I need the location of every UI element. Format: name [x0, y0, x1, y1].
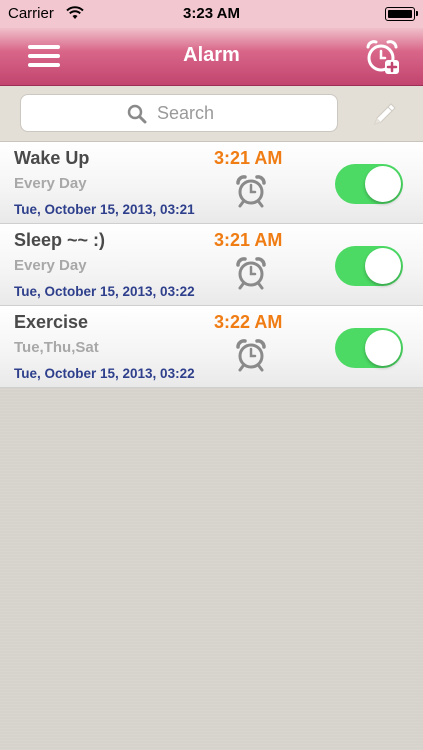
status-time: 3:23 AM: [183, 5, 240, 22]
pencil-icon[interactable]: [367, 98, 401, 132]
search-icon: [127, 104, 147, 124]
toggle-knob: [365, 248, 401, 284]
alarm-name: Exercise: [14, 312, 89, 332]
alarm-name: Wake Up: [14, 148, 90, 168]
alarm-time: 3:21 AM: [214, 230, 283, 250]
alarm-date: Tue, October 15, 2013, 03:22: [14, 366, 195, 381]
toggle-knob: [365, 330, 401, 366]
alarm-toggle[interactable]: [335, 246, 403, 286]
search-bar: [0, 86, 423, 142]
alarm-clock-icon: [236, 339, 266, 372]
alarm-clock-icon: [236, 257, 266, 290]
alarm-repeat: Every Day: [14, 175, 87, 192]
alarm-row[interactable]: Sleep ~~ :) Every Day Tue, October 15, 2…: [0, 224, 423, 306]
alarm-repeat: Tue,Thu,Sat: [14, 339, 99, 356]
nav-bar: Alarm: [0, 28, 423, 86]
alarm-toggle[interactable]: [335, 328, 403, 368]
alarm-date: Tue, October 15, 2013, 03:22: [14, 284, 195, 299]
battery-icon: [385, 7, 418, 21]
alarm-row[interactable]: Exercise Tue,Thu,Sat Tue, October 15, 20…: [0, 306, 423, 388]
alarm-repeat: Every Day: [14, 257, 87, 274]
alarm-list: Wake Up Every Day Tue, October 15, 2013,…: [0, 142, 423, 388]
alarm-time: 3:21 AM: [214, 148, 283, 168]
alarm-name: Sleep ~~ :): [14, 230, 106, 250]
alarm-clock-icon: [236, 175, 266, 208]
empty-area: [0, 388, 423, 750]
search-input[interactable]: [157, 101, 317, 125]
page-title: Alarm: [183, 44, 240, 66]
alarm-time: 3:22 AM: [214, 312, 283, 332]
status-bar: Carrier 3:23 AM: [0, 0, 423, 28]
search-field[interactable]: [20, 94, 338, 132]
alarm-toggle[interactable]: [335, 164, 403, 204]
alarm-date: Tue, October 15, 2013, 03:21: [14, 202, 195, 217]
add-alarm-clock-icon[interactable]: [363, 38, 401, 76]
alarm-row[interactable]: Wake Up Every Day Tue, October 15, 2013,…: [0, 142, 423, 224]
toggle-knob: [365, 166, 401, 202]
